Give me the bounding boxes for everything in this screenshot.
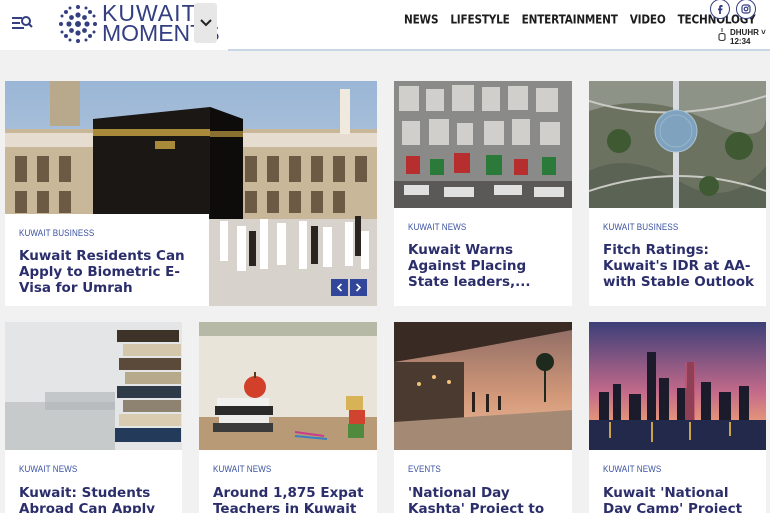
site-logo[interactable]: KUWAIT MOMENTS — [56, 2, 220, 45]
article-title[interactable]: Kuwait Warns Against Placing State leade… — [408, 242, 558, 290]
header-divider — [228, 49, 770, 51]
article-card[interactable]: KUWAIT NEWS Around 1,875 Expat Teachers … — [199, 322, 377, 513]
facebook-icon[interactable] — [710, 0, 730, 19]
slider-next-button[interactable] — [350, 279, 367, 296]
article-image — [394, 81, 572, 208]
slider-prev-button[interactable] — [331, 279, 348, 296]
article-image — [394, 322, 572, 450]
logo-dots-icon — [59, 5, 97, 43]
article-image — [199, 322, 377, 450]
article-title[interactable]: Kuwait: Students Abroad Can Apply to — [19, 485, 174, 513]
chevron-right-icon — [355, 283, 362, 292]
article-card[interactable]: EVENTS 'National Day Kashta' Project to … — [394, 322, 572, 513]
category-label[interactable]: KUWAIT BUSINESS — [19, 228, 94, 239]
nav-item-video[interactable]: VIDEO — [630, 13, 666, 27]
article-card[interactable]: KUWAIT NEWS Kuwait 'National Day Camp' P… — [589, 322, 766, 513]
article-title[interactable]: Fitch Ratings: Kuwait's IDR at AA- with … — [603, 242, 758, 290]
category-label[interactable]: KUWAIT BUSINESS — [603, 222, 678, 233]
article-image — [5, 322, 182, 450]
prayer-text: DHUHR ˅ 12:34 — [730, 28, 766, 46]
article-image — [589, 322, 766, 450]
category-label[interactable]: KUWAIT NEWS — [603, 464, 661, 475]
article-title[interactable]: Kuwait 'National Day Camp' Project — [603, 485, 758, 513]
nav-item-entertainment[interactable]: ENTERTAINMENT — [522, 13, 618, 27]
category-label[interactable]: KUWAIT NEWS — [408, 222, 466, 233]
chevron-left-icon — [336, 283, 343, 292]
chevron-down-icon — [199, 19, 212, 27]
nav-item-news[interactable]: NEWS — [404, 13, 439, 27]
menu-search-icon[interactable] — [10, 12, 34, 34]
main-nav: NEWS LIFESTYLE ENTERTAINMENT VIDEO TECHN… — [404, 13, 756, 27]
mosque-lamp-icon — [718, 28, 726, 42]
article-card[interactable]: KUWAIT NEWS Kuwait: Students Abroad Can … — [5, 322, 182, 513]
article-card[interactable]: KUWAIT NEWS Kuwait Warns Against Placing… — [394, 81, 572, 306]
article-image — [589, 81, 766, 208]
article-title[interactable]: Around 1,875 Expat Teachers in Kuwait — [213, 485, 368, 513]
nav-item-lifestyle[interactable]: LIFESTYLE — [450, 13, 510, 27]
prayer-clock: 12:34 — [730, 37, 751, 46]
featured-text-panel: KUWAIT BUSINESS Kuwait Residents Can App… — [5, 214, 209, 306]
instagram-icon[interactable] — [736, 0, 756, 19]
category-label[interactable]: KUWAIT NEWS — [19, 464, 77, 475]
category-label[interactable]: KUWAIT NEWS — [213, 464, 271, 475]
site-header: KUWAIT MOMENTS NEWS LIFESTYLE ENTERTAINM… — [0, 0, 770, 51]
prayer-time[interactable]: DHUHR ˅ 12:34 — [717, 28, 766, 46]
article-title[interactable]: Kuwait Residents Can Apply to Biometric … — [19, 248, 199, 296]
article-card[interactable]: KUWAIT BUSINESS Fitch Ratings: Kuwait's … — [589, 81, 766, 306]
category-label[interactable]: EVENTS — [408, 464, 441, 475]
article-title[interactable]: 'National Day Kashta' Project to Be — [408, 485, 568, 513]
featured-card[interactable]: KUWAIT BUSINESS Kuwait Residents Can App… — [5, 81, 377, 306]
prayer-name: DHUHR ˅ — [730, 28, 766, 37]
dropdown-button[interactable] — [194, 3, 217, 43]
